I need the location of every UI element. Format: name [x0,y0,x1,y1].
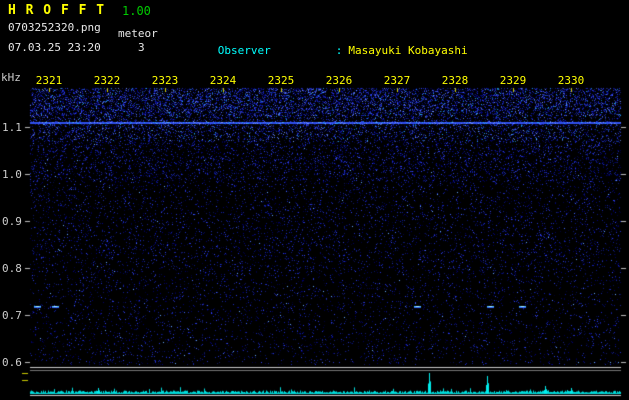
observation-datetime: 07.03.25 23:20 [8,41,101,54]
x-axis-tick-label: 2325 [267,74,295,87]
x-axis-tick-label: 2323 [151,74,179,87]
y-axis-tick-label: 0.8 [2,262,22,275]
y-axis-tick-label: 1.1 [2,121,22,134]
x-axis-tick-label: 2326 [325,74,353,87]
info-separator: : [335,44,343,57]
info-label: Observer [217,44,271,57]
x-axis-tick-label: 2324 [209,74,237,87]
app-title: H R O F F T [8,3,106,18]
y-axis-tick-label: 0.9 [2,215,22,228]
x-axis-tick-label: 2328 [441,74,469,87]
hrofft-screen: H R O F F T 1.00 0703252320.png meteor 0… [0,0,629,400]
y-axis-tick-label: 0.6 [2,356,22,369]
x-axis-tick-label: 2321 [35,74,63,87]
info-value: Masayuki Kobayashi [348,44,468,57]
y-axis-unit-label: kHz [1,71,21,84]
app-version: 1.00 [122,4,151,18]
observation-mode: meteor [118,27,158,40]
x-axis-tick-label: 2330 [557,74,585,87]
output-filename: 0703252320.png [8,21,101,34]
y-axis-tick-label: 0.7 [2,309,22,322]
info-row-observer: Observer: Masayuki Kobayashi [178,31,629,70]
x-axis-tick-label: 2329 [499,74,527,87]
x-axis-tick-label: 2322 [93,74,121,87]
x-axis-tick-label: 2327 [383,74,411,87]
meteor-count: 3 [138,41,145,54]
y-axis-tick-label: 1.0 [2,168,22,181]
spectrogram-canvas [0,70,629,400]
